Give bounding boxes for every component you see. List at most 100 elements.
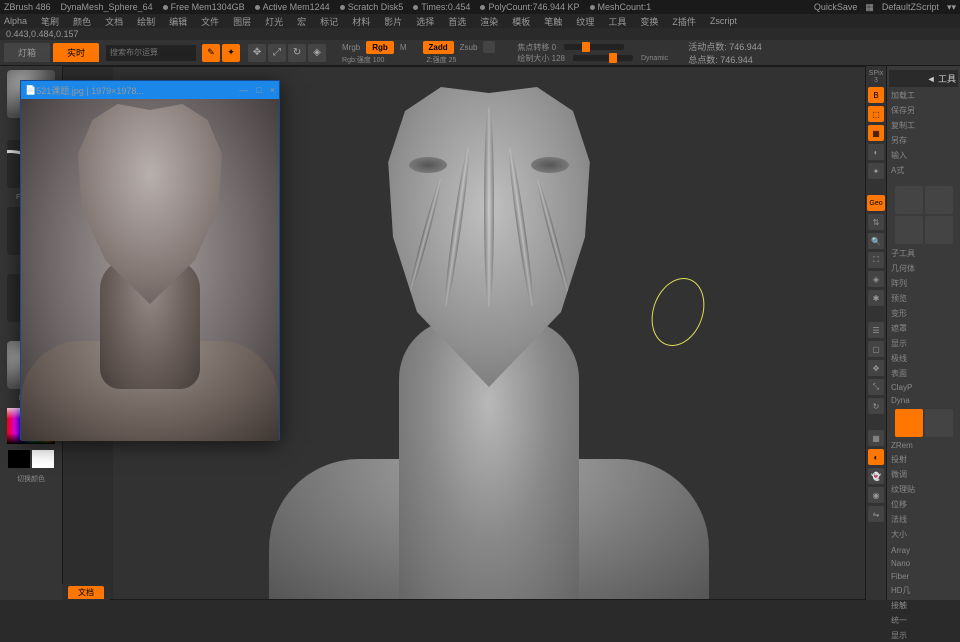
xpose-icon[interactable]: ☰	[868, 322, 884, 338]
menu-item[interactable]: 笔触	[544, 15, 562, 28]
spix-label[interactable]: SPix 3	[867, 70, 885, 84]
menu-item[interactable]: 工具	[608, 15, 626, 28]
rgb-intensity[interactable]: Rgb:强度 100	[338, 57, 388, 64]
tool-item[interactable]: 大小	[889, 528, 958, 541]
menu-item[interactable]: 灯光	[265, 15, 283, 28]
tab-live[interactable]: 实时	[53, 43, 99, 62]
menu-item[interactable]: Z插件	[672, 15, 696, 28]
localsym-icon[interactable]: ◐	[868, 144, 884, 160]
collapse-icon[interactable]: ▾▾	[947, 2, 956, 13]
aaalf-icon[interactable]: ✱	[868, 290, 884, 306]
frame-icon[interactable]: ▢	[868, 341, 884, 357]
doc-tab[interactable]: 文档	[68, 586, 104, 599]
zadd-button[interactable]: Zadd	[423, 41, 454, 54]
tool-item[interactable]: 几何体	[889, 262, 958, 275]
tool-item[interactable]: 法线	[889, 513, 958, 526]
active-subtool-icon[interactable]	[895, 409, 923, 437]
tool-item[interactable]: Array	[889, 545, 958, 556]
rotate-cam-icon[interactable]: ↻	[868, 398, 884, 414]
subtool-btn[interactable]	[895, 216, 923, 244]
reference-window[interactable]: 📄 521课题.jpg | 1979×1978... — □ ×	[20, 80, 280, 440]
rgb-button[interactable]: Rgb	[366, 41, 394, 54]
bpr-icon[interactable]: B	[868, 87, 884, 103]
tool-item[interactable]: 阵列	[889, 277, 958, 290]
tool-header[interactable]: ◄ 工具	[889, 70, 958, 87]
color-swatches[interactable]	[8, 450, 54, 468]
subtool-icon[interactable]	[925, 409, 953, 437]
minimize-button[interactable]: —	[239, 85, 248, 95]
persp-icon[interactable]: ⬚	[868, 106, 884, 122]
gizmo-icon[interactable]: ◈	[308, 44, 326, 62]
tool-item[interactable]: ZRem	[889, 440, 958, 451]
tool-item[interactable]: Nano	[889, 558, 958, 569]
subtool-btn[interactable]	[925, 216, 953, 244]
fit-icon[interactable]: ⛶	[868, 252, 884, 268]
move-cam-icon[interactable]: ✥	[868, 360, 884, 376]
reference-titlebar[interactable]: 📄 521课题.jpg | 1979×1978... — □ ×	[21, 81, 279, 99]
menu-item[interactable]: 宏	[297, 15, 306, 28]
transp-icon[interactable]: ◐	[868, 449, 884, 465]
move-icon[interactable]: ✥	[248, 44, 266, 62]
rotate-icon[interactable]: ↻	[288, 44, 306, 62]
menu-item[interactable]: Zscript	[710, 16, 737, 26]
menu-item[interactable]: 选择	[416, 15, 434, 28]
switch-color-label[interactable]: 切换颜色	[17, 474, 45, 484]
z-intensity[interactable]: Z:强度 25	[423, 57, 461, 64]
ghost-icon[interactable]: 👻	[868, 468, 884, 484]
tool-item[interactable]: HD几	[889, 584, 958, 597]
tool-item[interactable]: 复制工	[889, 119, 958, 132]
menu-item[interactable]: 文档	[105, 15, 123, 28]
zcut-icon[interactable]	[483, 41, 495, 53]
tool-item[interactable]: 显示	[889, 337, 958, 350]
actual-icon[interactable]: ◈	[868, 271, 884, 287]
tool-item[interactable]: 变形	[889, 307, 958, 320]
menu-item[interactable]: 笔刷	[41, 15, 59, 28]
tool-item[interactable]: 保存另	[889, 104, 958, 117]
tool-item[interactable]: 显示	[889, 629, 958, 642]
solo-icon[interactable]: ◉	[868, 487, 884, 503]
zsub-button[interactable]: Zsub	[456, 43, 482, 52]
tool-item[interactable]: Fiber	[889, 571, 958, 582]
tool-item[interactable]: 极线	[889, 352, 958, 365]
xyz-icon[interactable]: ✦	[868, 163, 884, 179]
floor-icon[interactable]: ▦	[868, 125, 884, 141]
menu-item[interactable]: 编辑	[169, 15, 187, 28]
tool-item[interactable]: 子工具	[889, 247, 958, 260]
tool-item[interactable]: 另存	[889, 134, 958, 147]
scroll-icon[interactable]: ⇅	[868, 214, 884, 230]
quicksave-button[interactable]: QuickSave	[814, 2, 858, 12]
menu-item[interactable]: 渲染	[480, 15, 498, 28]
mrgb-button[interactable]: Mrgb	[338, 43, 364, 52]
menu-item[interactable]: 影片	[384, 15, 402, 28]
menu-item[interactable]: 文件	[201, 15, 219, 28]
tool-item[interactable]: 加载工	[889, 89, 958, 102]
menu-item[interactable]: 标记	[320, 15, 338, 28]
tool-item[interactable]: 遮罩	[889, 322, 958, 335]
scale-cam-icon[interactable]: ⤡	[868, 379, 884, 395]
focal-shift[interactable]: 焦点转移 0	[513, 42, 560, 53]
tool-item[interactable]: 接触	[889, 599, 958, 612]
tool-item[interactable]: ClayP	[889, 382, 958, 393]
zscript-label[interactable]: DefaultZScript	[882, 2, 939, 12]
tool-item[interactable]: 输入	[889, 149, 958, 162]
tool-item[interactable]: 纹理贴	[889, 483, 958, 496]
tool-item[interactable]: 表面	[889, 367, 958, 380]
subtool-btn[interactable]	[925, 186, 953, 214]
menu-item[interactable]: 颜色	[73, 15, 91, 28]
tool-item[interactable]: 微调	[889, 468, 958, 481]
tool-item[interactable]: A式	[889, 164, 958, 177]
menu-item[interactable]: 图层	[233, 15, 251, 28]
menu-item[interactable]: 材料	[352, 15, 370, 28]
tab-lightbox[interactable]: 灯箱	[4, 43, 50, 62]
menu-item[interactable]: 纹理	[576, 15, 594, 28]
edit-mode-icon[interactable]: ✎	[202, 44, 220, 62]
zoom-icon[interactable]: 🔍	[868, 233, 884, 249]
maximize-button[interactable]: □	[256, 85, 261, 95]
m-button[interactable]: M	[396, 43, 411, 52]
menu-item[interactable]: 模板	[512, 15, 530, 28]
draw-mode-icon[interactable]: ✦	[222, 44, 240, 62]
dynamic-toggle[interactable]: Dynamic	[637, 55, 672, 62]
drawsize-slider[interactable]	[573, 55, 633, 61]
tool-item[interactable]: 预览	[889, 292, 958, 305]
geo-icon[interactable]: Geo	[867, 195, 885, 211]
